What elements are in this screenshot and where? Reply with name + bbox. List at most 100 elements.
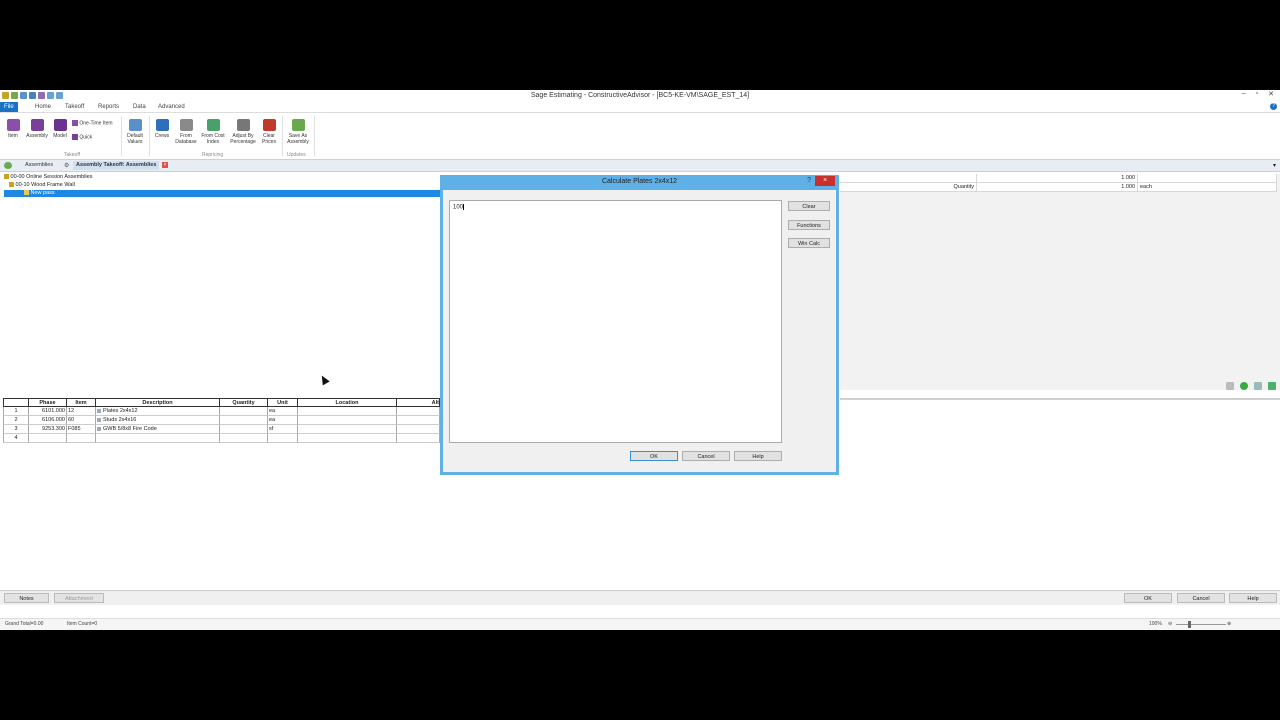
one-time-item-button[interactable]: One-Time Item (72, 120, 113, 126)
ribbon: Item Assembly Model One-Time Item Quick … (0, 113, 1280, 160)
phase-cell[interactable]: 9253.300 (29, 425, 67, 434)
quick-label: Quick (79, 134, 93, 141)
dialog-ok-button[interactable]: OK (630, 451, 678, 461)
tree-node-selected[interactable]: New pass (4, 190, 440, 197)
description-cell[interactable] (96, 434, 220, 443)
unit-cell[interactable]: ea (268, 416, 298, 425)
tab-file[interactable]: File (0, 102, 18, 112)
item-cell[interactable]: F085 (67, 425, 96, 434)
functions-button[interactable]: Functions (788, 220, 830, 230)
assembly-button[interactable]: Assembly (25, 119, 49, 139)
item-icon (6, 119, 20, 131)
quick-button[interactable]: Quick (72, 134, 92, 140)
clear-button[interactable]: Clear (788, 201, 830, 211)
alt-cell[interactable] (397, 425, 440, 434)
table-row[interactable]: 4 (3, 434, 440, 443)
from-cost-index-button[interactable]: From Cost Index (200, 119, 226, 145)
item-cell[interactable] (67, 434, 96, 443)
help-icon[interactable]: ? (1270, 103, 1277, 110)
tab-assemblies[interactable]: Assemblies (22, 161, 56, 170)
ribbon-tabs: File Home Takeoff Reports Data Advanced … (0, 102, 1280, 113)
location-cell[interactable] (298, 416, 397, 425)
unit-cell[interactable] (268, 434, 298, 443)
property-value[interactable]: 1.000 (977, 174, 1138, 182)
save-as-assembly-button[interactable]: Save As Assembly (285, 119, 311, 145)
win-calc-button[interactable]: Win Calc (788, 238, 830, 248)
phase-cell[interactable] (29, 434, 67, 443)
tab-home[interactable]: Home (35, 103, 51, 112)
column-header-alt[interactable]: Alt (397, 398, 440, 407)
alt-cell[interactable] (397, 407, 440, 416)
tab-assembly-takeoff[interactable]: Assembly Takeoff: Assemblies (73, 161, 160, 170)
attachment-button[interactable]: Attachment (54, 593, 104, 603)
dialog-close-icon[interactable]: × (815, 176, 835, 186)
column-header-unit[interactable]: Unit (268, 398, 298, 407)
column-header-location[interactable]: Location (298, 398, 397, 407)
restore-icon[interactable]: ▫ (1256, 90, 1258, 98)
group-separator (314, 116, 315, 156)
column-header-description[interactable]: Description (96, 398, 220, 407)
dialog-help-button[interactable]: Help (734, 451, 782, 461)
dialog-help-icon[interactable]: ? (807, 177, 811, 184)
table-row[interactable]: 1 6101.000 12 Plates 2x4x12 ea (3, 407, 440, 416)
tab-data[interactable]: Data (133, 103, 146, 112)
location-cell[interactable] (298, 434, 397, 443)
column-header-item[interactable]: Item (67, 398, 96, 407)
tab-reports[interactable]: Reports (98, 103, 119, 112)
phase-cell[interactable]: 6106.000 (29, 416, 67, 425)
model-icon (53, 119, 67, 131)
dialog-cancel-button[interactable]: Cancel (682, 451, 730, 461)
unit-cell[interactable]: sf (268, 425, 298, 434)
zoom-in-icon[interactable]: ⊕ (1227, 621, 1231, 627)
formula-input[interactable]: 100 (449, 200, 782, 443)
item-cell[interactable]: 60 (67, 416, 96, 425)
description-cell[interactable]: GWB 5/8x8 Fire Code (96, 425, 220, 434)
tab-advanced[interactable]: Advanced (158, 103, 185, 112)
phase-cell[interactable]: 6101.000 (29, 407, 67, 416)
description-cell[interactable]: Plates 2x4x12 (96, 407, 220, 416)
back-arrow-icon[interactable] (1268, 382, 1276, 390)
quantity-cell[interactable] (220, 434, 268, 443)
cancel-button[interactable]: Cancel (1177, 593, 1225, 603)
clear-prices-button[interactable]: Clear Prices (260, 119, 278, 145)
adjust-by-percentage-button[interactable]: Adjust By Percentage (228, 119, 258, 145)
tree-node[interactable]: 00-00 Online Session Assemblies (4, 174, 92, 181)
notes-icon[interactable] (1226, 382, 1234, 390)
tab-list-dropdown-icon[interactable]: ▾ (1273, 162, 1276, 169)
default-values-button[interactable]: Default Values (124, 119, 146, 145)
assembly-button-label: Assembly (26, 133, 48, 139)
ok-button[interactable]: OK (1124, 593, 1172, 603)
alt-cell[interactable] (397, 434, 440, 443)
alt-cell[interactable] (397, 416, 440, 425)
zoom-out-icon[interactable]: ⊖ (1168, 621, 1172, 627)
tree-node[interactable]: 00-10 Wood Frame Wall (9, 182, 75, 189)
item-cell[interactable]: 12 (67, 407, 96, 416)
close-tab-icon[interactable]: × (162, 162, 168, 168)
quantity-cell[interactable] (220, 416, 268, 425)
column-header-phase[interactable]: Phase (29, 398, 67, 407)
help-button[interactable]: Help (1229, 593, 1277, 603)
zoom-slider[interactable] (1176, 621, 1226, 628)
database-icon (179, 119, 193, 131)
location-cell[interactable] (298, 425, 397, 434)
column-header-quantity[interactable]: Quantity (220, 398, 268, 407)
table-row[interactable]: 2 6106.000 60 Studs 2x4x16 ea (3, 416, 440, 425)
zoom-slider-thumb[interactable] (1188, 621, 1191, 628)
tab-takeoff[interactable]: Takeoff (65, 103, 84, 112)
link-icon[interactable] (1254, 382, 1262, 390)
quantity-cell[interactable] (220, 407, 268, 416)
add-icon[interactable] (1240, 382, 1248, 390)
notes-button[interactable]: Notes (4, 593, 49, 603)
minimize-icon[interactable]: – (1242, 90, 1246, 98)
from-database-button[interactable]: From Database (174, 119, 198, 145)
item-button[interactable]: Item (5, 119, 21, 139)
crews-button[interactable]: Crews (152, 119, 172, 139)
location-cell[interactable] (298, 407, 397, 416)
property-value[interactable]: 1.000 (977, 183, 1138, 191)
table-row[interactable]: 3 9253.300 F085 GWB 5/8x8 Fire Code sf (3, 425, 440, 434)
unit-cell[interactable]: ea (268, 407, 298, 416)
quantity-cell[interactable] (220, 425, 268, 434)
description-cell[interactable]: Studs 2x4x16 (96, 416, 220, 425)
model-button[interactable]: Model (51, 119, 69, 139)
close-icon[interactable]: ✕ (1268, 90, 1274, 98)
